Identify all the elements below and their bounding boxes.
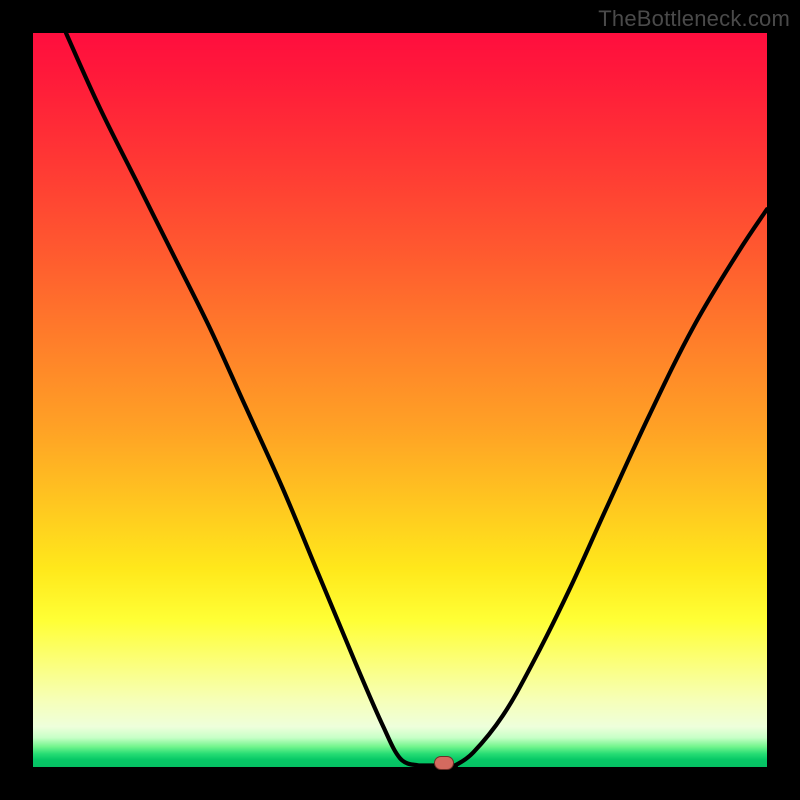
watermark-text: TheBottleneck.com bbox=[598, 6, 790, 32]
chart-frame: TheBottleneck.com bbox=[0, 0, 800, 800]
curve-layer bbox=[33, 33, 767, 767]
valley-marker bbox=[434, 756, 454, 770]
plot-area bbox=[33, 33, 767, 767]
bottleneck-curve bbox=[66, 33, 767, 767]
